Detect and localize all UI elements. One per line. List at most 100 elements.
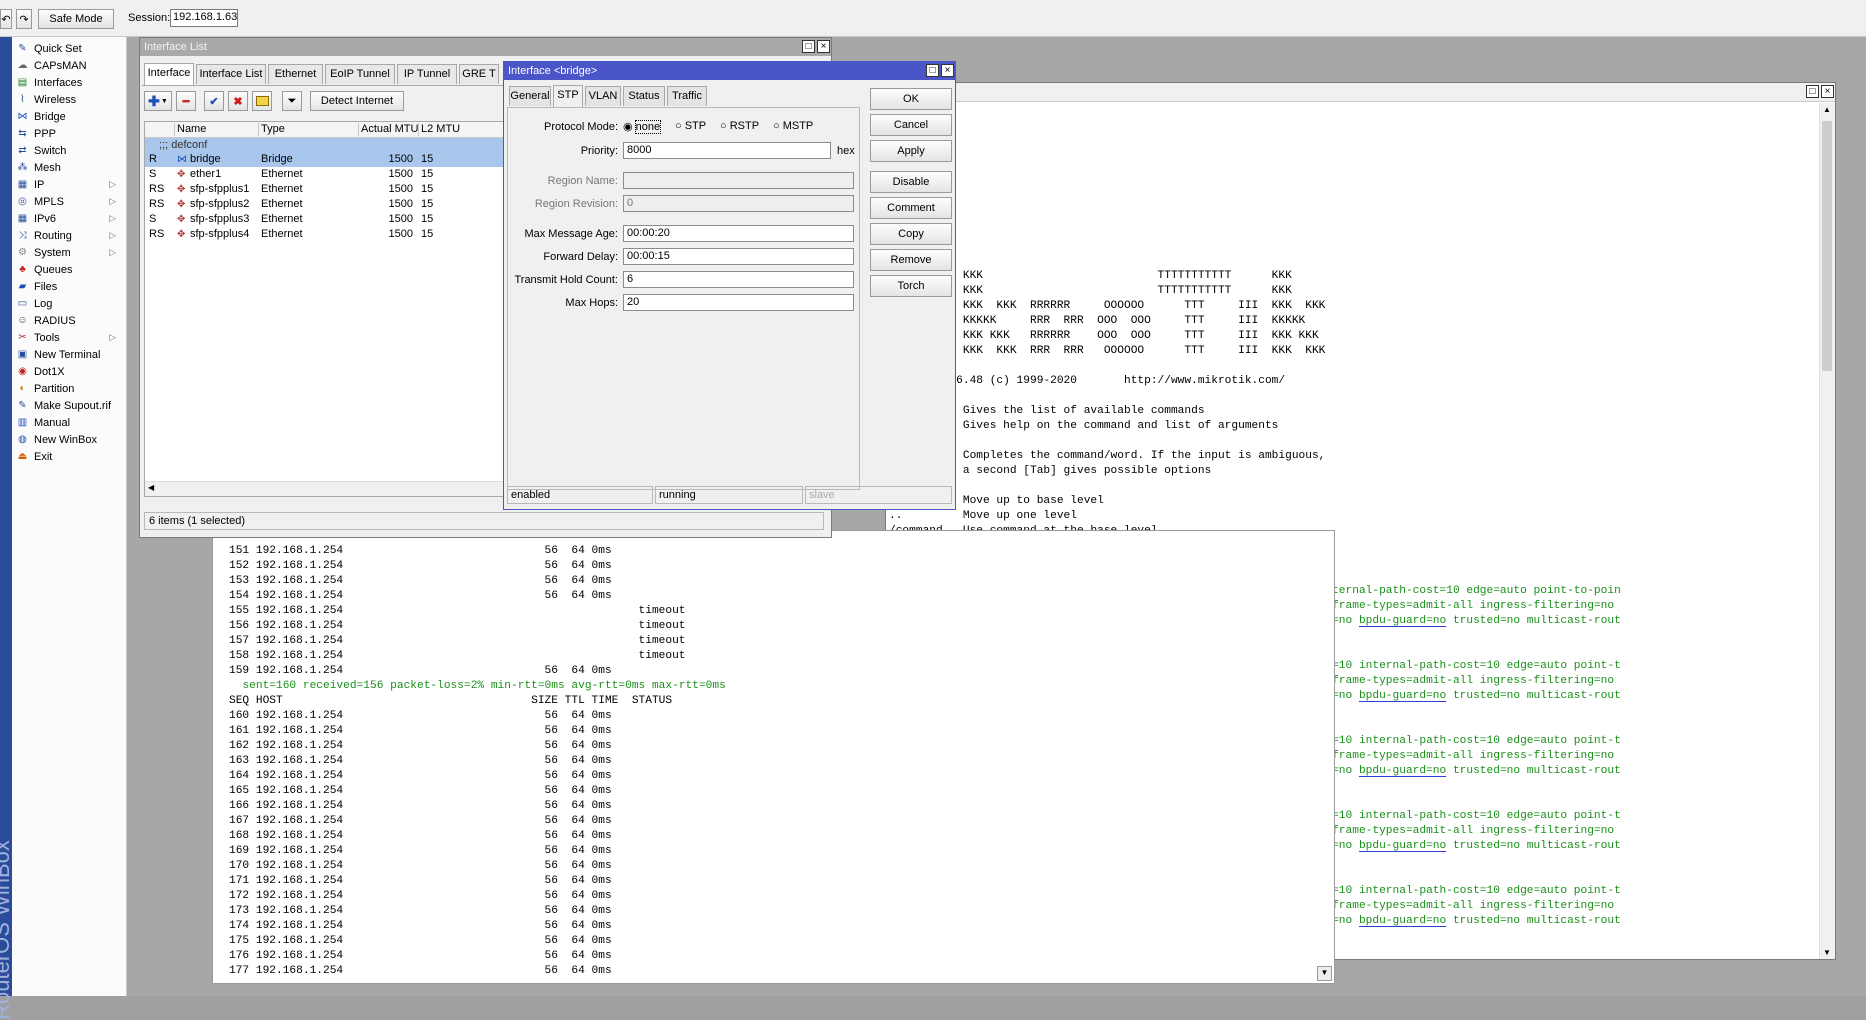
check-icon: ✔ — [209, 95, 219, 108]
sidebar-item-new-terminal[interactable]: ▣ New Terminal — [12, 346, 126, 363]
bridge-dialog-titlebar[interactable]: Interface <bridge> — [504, 62, 955, 80]
disable-button[interactable]: Disable — [870, 171, 952, 193]
remove-button[interactable]: ━ — [176, 91, 196, 111]
terminal-maximize-button[interactable]: □ — [1806, 85, 1819, 98]
tab-eoip-tunnel[interactable]: EoIP Tunnel — [325, 64, 395, 84]
sidebar-item-label: RADIUS — [34, 314, 76, 327]
interface-list-titlebar[interactable]: Interface List — [140, 38, 831, 56]
column-header[interactable]: Actual MTU — [361, 122, 418, 137]
column-header[interactable]: Type — [261, 122, 285, 137]
sidebar-item-mesh[interactable]: ⁂ Mesh — [12, 159, 126, 176]
sidebar-item-manual[interactable]: ▥ Manual — [12, 414, 126, 431]
sidebar-item-log[interactable]: ▭ Log — [12, 295, 126, 312]
dialog-close-button[interactable]: × — [941, 64, 954, 77]
enable-button[interactable]: ✔ — [204, 91, 224, 111]
sidebar-item-ipv6[interactable]: ▦ IPv6 ▷ — [12, 210, 126, 227]
sidebar-item-make-supout-rif[interactable]: ✎ Make Supout.rif — [12, 397, 126, 414]
terminal-close-button[interactable]: × — [1821, 85, 1834, 98]
add-button[interactable]: ✚ ▼ — [144, 91, 172, 111]
priority-input[interactable]: 8000 — [623, 142, 831, 159]
undo-button[interactable]: ↶ — [0, 9, 12, 29]
sidebar-item-queues[interactable]: ♣ Queues — [12, 261, 126, 278]
terminal-scrollbar[interactable]: ▲ ▼ — [1819, 103, 1835, 959]
sidebar-item-partition[interactable]: ◐ Partition — [12, 380, 126, 397]
close-icon: × — [820, 41, 827, 52]
sidebar-item-label: MPLS — [34, 195, 64, 208]
scroll-down-icon[interactable]: ▼ — [1823, 948, 1831, 957]
dialog-tab-vlan[interactable]: VLAN — [585, 86, 621, 106]
ok-button[interactable]: OK — [870, 88, 952, 110]
protocol-mode-rstp-radio[interactable]: ○ RSTP — [720, 120, 759, 132]
radius-icon: ☺ — [17, 315, 28, 326]
interface-list-statusbar: 6 items (1 selected) — [144, 512, 824, 530]
session-input[interactable]: 192.168.1.63 — [170, 9, 238, 27]
cancel-button[interactable]: Cancel — [870, 114, 952, 136]
dialog-tab-general[interactable]: General — [509, 86, 551, 106]
column-header[interactable]: L2 MTU — [421, 122, 460, 137]
safe-mode-button[interactable]: Safe Mode — [38, 9, 114, 29]
remove-button[interactable]: Remove — [870, 249, 952, 271]
interface-list-close-button[interactable]: × — [817, 40, 830, 53]
sidebar-item-quick-set[interactable]: ✎ Quick Set — [12, 40, 126, 57]
sidebar-item-radius[interactable]: ☺ RADIUS — [12, 312, 126, 329]
scroll-up-icon[interactable]: ▲ — [1823, 105, 1831, 114]
row-mtu: 1500 — [388, 168, 413, 180]
protocol-mode-mstp-radio[interactable]: ○ MSTP — [773, 120, 813, 132]
scroll-left-icon[interactable]: ◀ — [148, 483, 154, 492]
protocol-mode-none-radio[interactable]: ◉ none — [623, 120, 662, 134]
sidebar-item-wireless[interactable]: ⌇ Wireless — [12, 91, 126, 108]
redo-button[interactable]: ↷ — [16, 9, 32, 29]
sidebar-item-ppp[interactable]: ⇆ PPP — [12, 125, 126, 142]
sidebar-item-tools[interactable]: ✂ Tools ▷ — [12, 329, 126, 346]
region-name-input[interactable] — [623, 172, 854, 189]
tab-interface[interactable]: Interface — [144, 63, 194, 85]
brand-strip: RouterOS WinBox — [0, 37, 14, 1020]
ping-line: 173 192.168.1.254 56 64 0ms — [229, 905, 612, 917]
max-hops-input[interactable]: 20 — [623, 294, 854, 311]
button-label: Disable — [892, 176, 930, 188]
sidebar-item-mpls[interactable]: ◎ MPLS ▷ — [12, 193, 126, 210]
dialog-tab-stp[interactable]: STP — [553, 85, 583, 107]
tab-ethernet[interactable]: Ethernet — [268, 64, 323, 84]
sidebar-item-bridge[interactable]: ⋈ Bridge — [12, 108, 126, 125]
ping-terminal-output[interactable]: 150 192.168.1.254 56 64 0ms 151 192.168.… — [229, 529, 726, 979]
interface-list-maximize-button[interactable]: □ — [802, 40, 815, 53]
transmit-hold-count-input[interactable]: 6 — [623, 271, 854, 288]
sidebar-item-switch[interactable]: ⇄ Switch — [12, 142, 126, 159]
apply-button[interactable]: Apply — [870, 140, 952, 162]
sidebar-item-routing[interactable]: ⤨ Routing ▷ — [12, 227, 126, 244]
sidebar-item-interfaces[interactable]: ▤ Interfaces — [12, 74, 126, 91]
protocol-mode-stp-radio[interactable]: ○ STP — [675, 120, 706, 132]
column-header[interactable]: Name — [177, 122, 206, 137]
comment-button[interactable] — [252, 91, 272, 111]
max-message-age-input[interactable]: 00:00:20 — [623, 225, 854, 242]
detect-internet-button[interactable]: Detect Internet — [310, 91, 404, 111]
disable-button[interactable]: ✖ — [228, 91, 248, 111]
region-revision-input[interactable]: 0 — [623, 195, 854, 212]
sidebar-item-exit[interactable]: ⏏ Exit — [12, 448, 126, 465]
sidebar-item-ip[interactable]: ▦ IP ▷ — [12, 176, 126, 193]
row-type: Ethernet — [261, 183, 303, 195]
tab-ip-tunnel[interactable]: IP Tunnel — [397, 64, 457, 84]
tab-gre-t[interactable]: GRE T — [459, 64, 499, 84]
dialog-maximize-button[interactable]: □ — [926, 64, 939, 77]
filter-button[interactable]: ⏷ — [282, 91, 302, 111]
interfaces-icon: ▤ — [17, 77, 28, 88]
ping-scroll-down-icon[interactable]: ▼ — [1317, 966, 1332, 981]
dialog-tab-status[interactable]: Status — [623, 86, 665, 106]
dialog-tab-traffic[interactable]: Traffic — [667, 86, 707, 106]
torch-button[interactable]: Torch — [870, 275, 952, 297]
sidebar-item-system[interactable]: ⚙ System ▷ — [12, 244, 126, 261]
sidebar-item-capsman[interactable]: ☁ CAPsMAN — [12, 57, 126, 74]
forward-delay-input[interactable]: 00:00:15 — [623, 248, 854, 265]
sidebar-item-new-winbox[interactable]: ◍ New WinBox — [12, 431, 126, 448]
copy-button[interactable]: Copy — [870, 223, 952, 245]
ping-line: 160 192.168.1.254 56 64 0ms — [229, 710, 612, 722]
comment-button[interactable]: Comment — [870, 197, 952, 219]
terminal-window-titlebar[interactable] — [886, 83, 1835, 102]
ping-line: 159 192.168.1.254 56 64 0ms — [229, 665, 612, 677]
sidebar-item-files[interactable]: ▰ Files — [12, 278, 126, 295]
sidebar-item-dot1x[interactable]: ◉ Dot1X — [12, 363, 126, 380]
scrollbar-thumb[interactable] — [1822, 121, 1832, 371]
tab-interface-list[interactable]: Interface List — [196, 64, 266, 84]
